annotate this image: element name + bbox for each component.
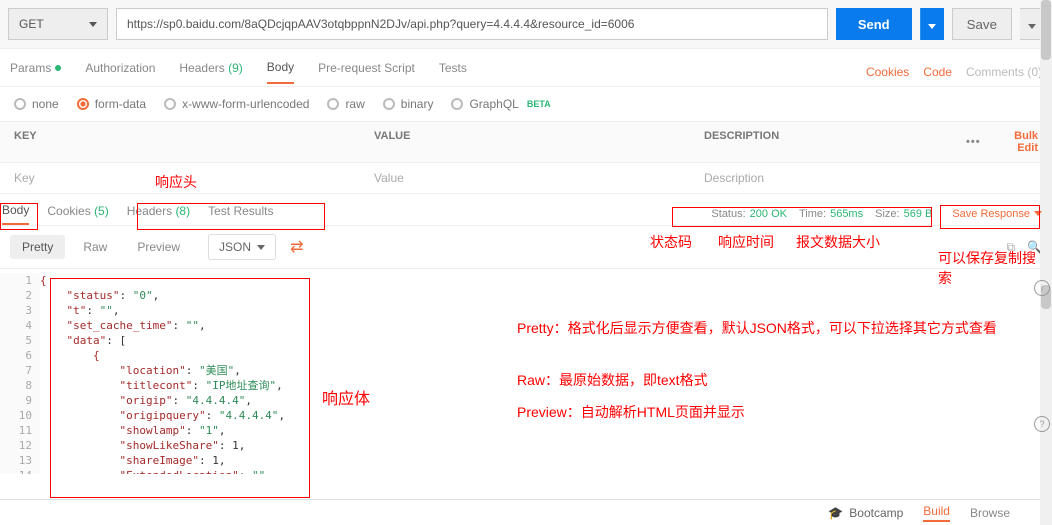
view-pretty[interactable]: Pretty <box>10 235 65 259</box>
resp-tab-cookies[interactable]: Cookies (5) <box>47 204 108 224</box>
send-button[interactable]: Send <box>836 8 912 40</box>
kv-header: KEY VALUE DESCRIPTION ••• Bulk Edit <box>0 122 1052 163</box>
link-comments[interactable]: Comments (0) <box>966 65 1042 79</box>
link-code[interactable]: Code <box>923 65 952 79</box>
tab-body[interactable]: Body <box>267 60 294 84</box>
response-size: 569 B <box>904 208 933 220</box>
view-raw[interactable]: Raw <box>71 235 119 259</box>
kv-value-input[interactable]: Value <box>360 163 690 193</box>
code-content[interactable]: { "status": "0", "t": "", "set_cache_tim… <box>40 273 1052 474</box>
kv-header-key: KEY <box>0 122 360 162</box>
status-code: 200 OK <box>750 208 787 220</box>
info-icon[interactable]: i <box>1034 280 1050 296</box>
bulk-edit-link[interactable]: Bulk Edit <box>991 130 1038 154</box>
status-dot-icon <box>55 65 61 71</box>
radio-icon <box>383 98 395 110</box>
save-response-button[interactable]: Save Response <box>944 204 1050 224</box>
bottom-bar: 🎓 Bootcamp Build Browse <box>0 499 1040 525</box>
resp-tab-test-results[interactable]: Test Results <box>208 204 273 224</box>
request-bar: GET Send Save <box>0 0 1052 49</box>
radio-icon <box>77 98 89 110</box>
chevron-down-icon <box>928 24 936 29</box>
radio-none[interactable]: none <box>14 97 59 111</box>
tab-headers[interactable]: Headers (9) <box>179 61 242 83</box>
wrap-icon[interactable]: ⇄ <box>290 237 303 257</box>
bootcamp-link[interactable]: 🎓 Bootcamp <box>828 506 903 520</box>
send-split-button[interactable] <box>920 8 944 40</box>
kv-header-value: VALUE <box>360 122 690 162</box>
radio-binary[interactable]: binary <box>383 97 434 111</box>
scroll-thumb[interactable] <box>1041 0 1051 60</box>
url-input[interactable] <box>116 8 828 40</box>
kv-key-input[interactable]: Key <box>0 163 360 193</box>
request-right-links: Cookies Code Comments (0) <box>866 65 1042 79</box>
kv-row[interactable]: Key Value Description <box>0 163 1052 194</box>
radio-raw[interactable]: raw <box>327 97 364 111</box>
kv-desc-input[interactable]: Description <box>690 163 1052 193</box>
graduation-cap-icon: 🎓 <box>828 506 843 520</box>
radio-graphql[interactable]: GraphQLBETA <box>451 97 550 111</box>
radio-icon <box>327 98 339 110</box>
response-time: 565ms <box>830 208 863 220</box>
help-icon[interactable]: ? <box>1034 416 1050 432</box>
chevron-down-icon <box>89 22 97 27</box>
radio-urlencoded[interactable]: x-www-form-urlencoded <box>164 97 309 111</box>
method-select[interactable]: GET <box>8 8 108 40</box>
resp-tab-headers[interactable]: Headers (8) <box>127 204 190 224</box>
link-cookies[interactable]: Cookies <box>866 65 909 79</box>
chevron-down-icon <box>257 245 265 250</box>
line-gutter: 1234567891011121314 <box>0 273 40 474</box>
response-tabs: Body Cookies (5) Headers (8) Test Result… <box>0 194 1052 226</box>
more-icon[interactable]: ••• <box>966 136 981 148</box>
resp-tab-body[interactable]: Body <box>2 203 29 225</box>
request-tabs: Params Authorization Headers (9) Body Pr… <box>0 49 1052 87</box>
tab-tests[interactable]: Tests <box>439 61 467 83</box>
side-controls: i ? <box>1034 280 1050 432</box>
window-scrollbar[interactable] <box>1040 0 1052 525</box>
view-preview[interactable]: Preview <box>125 235 192 259</box>
browse-tab[interactable]: Browse <box>970 506 1010 520</box>
body-type-row: none form-data x-www-form-urlencoded raw… <box>0 87 1052 122</box>
radio-icon <box>451 98 463 110</box>
tab-authorization[interactable]: Authorization <box>85 61 155 83</box>
response-meta: Status: 200 OK Time: 565ms Size: 569 B S… <box>711 204 1050 224</box>
response-view-row: Pretty Raw Preview JSON ⇄ ⧉ 🔍 <box>0 226 1052 269</box>
response-body[interactable]: 1234567891011121314 { "status": "0", "t"… <box>0 269 1052 474</box>
save-button[interactable]: Save <box>952 8 1012 40</box>
format-select[interactable]: JSON <box>208 234 276 260</box>
kv-header-desc: DESCRIPTION <box>690 122 952 162</box>
radio-icon <box>14 98 26 110</box>
method-value: GET <box>19 17 44 31</box>
radio-icon <box>164 98 176 110</box>
chevron-down-icon <box>1034 211 1042 216</box>
tab-params[interactable]: Params <box>10 61 61 83</box>
radio-form-data[interactable]: form-data <box>77 97 146 111</box>
build-tab[interactable]: Build <box>923 504 950 522</box>
tab-prerequest[interactable]: Pre-request Script <box>318 61 415 83</box>
chevron-down-icon <box>1028 24 1036 29</box>
copy-icon[interactable]: ⧉ <box>1006 240 1015 255</box>
